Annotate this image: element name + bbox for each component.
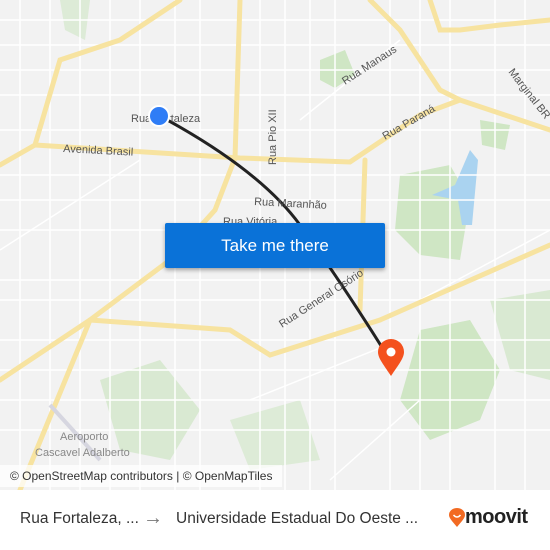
destination-name: Universidade Estadual Do Oeste ... xyxy=(176,510,419,527)
origin-marker[interactable] xyxy=(148,105,170,127)
label-marginal-br: Marginal BR xyxy=(506,66,550,121)
label-rua-maranhao: Rua Maranhão xyxy=(254,196,327,212)
label-aeroporto: Aeroporto xyxy=(60,431,108,443)
label-cascavel-adalberto: Cascavel Adalberto xyxy=(35,447,130,459)
origin-name: Rua Fortaleza, ... xyxy=(20,510,139,527)
label-avenida-brasil: Avenida Brasil xyxy=(63,143,134,159)
arrow-right-icon: → xyxy=(143,507,163,529)
moovit-wordmark: moovit xyxy=(465,506,528,528)
map-attribution[interactable]: © OpenStreetMap contributors | © OpenMap… xyxy=(0,465,283,487)
moovit-logo[interactable]: moovit xyxy=(449,506,528,529)
label-rua-parana: Rua Paraná xyxy=(381,102,439,142)
route-footer: Rua Fortaleza, ... → Universidade Estadu… xyxy=(0,490,550,550)
label-rua-pio-xii: Rua Pio XII xyxy=(267,109,279,165)
take-me-there-button[interactable]: Take me there xyxy=(165,223,385,268)
map-view[interactable]: Rua Fortaleza Avenida Brasil Rua Pio XII… xyxy=(0,0,550,490)
moovit-pin-icon xyxy=(449,507,465,527)
